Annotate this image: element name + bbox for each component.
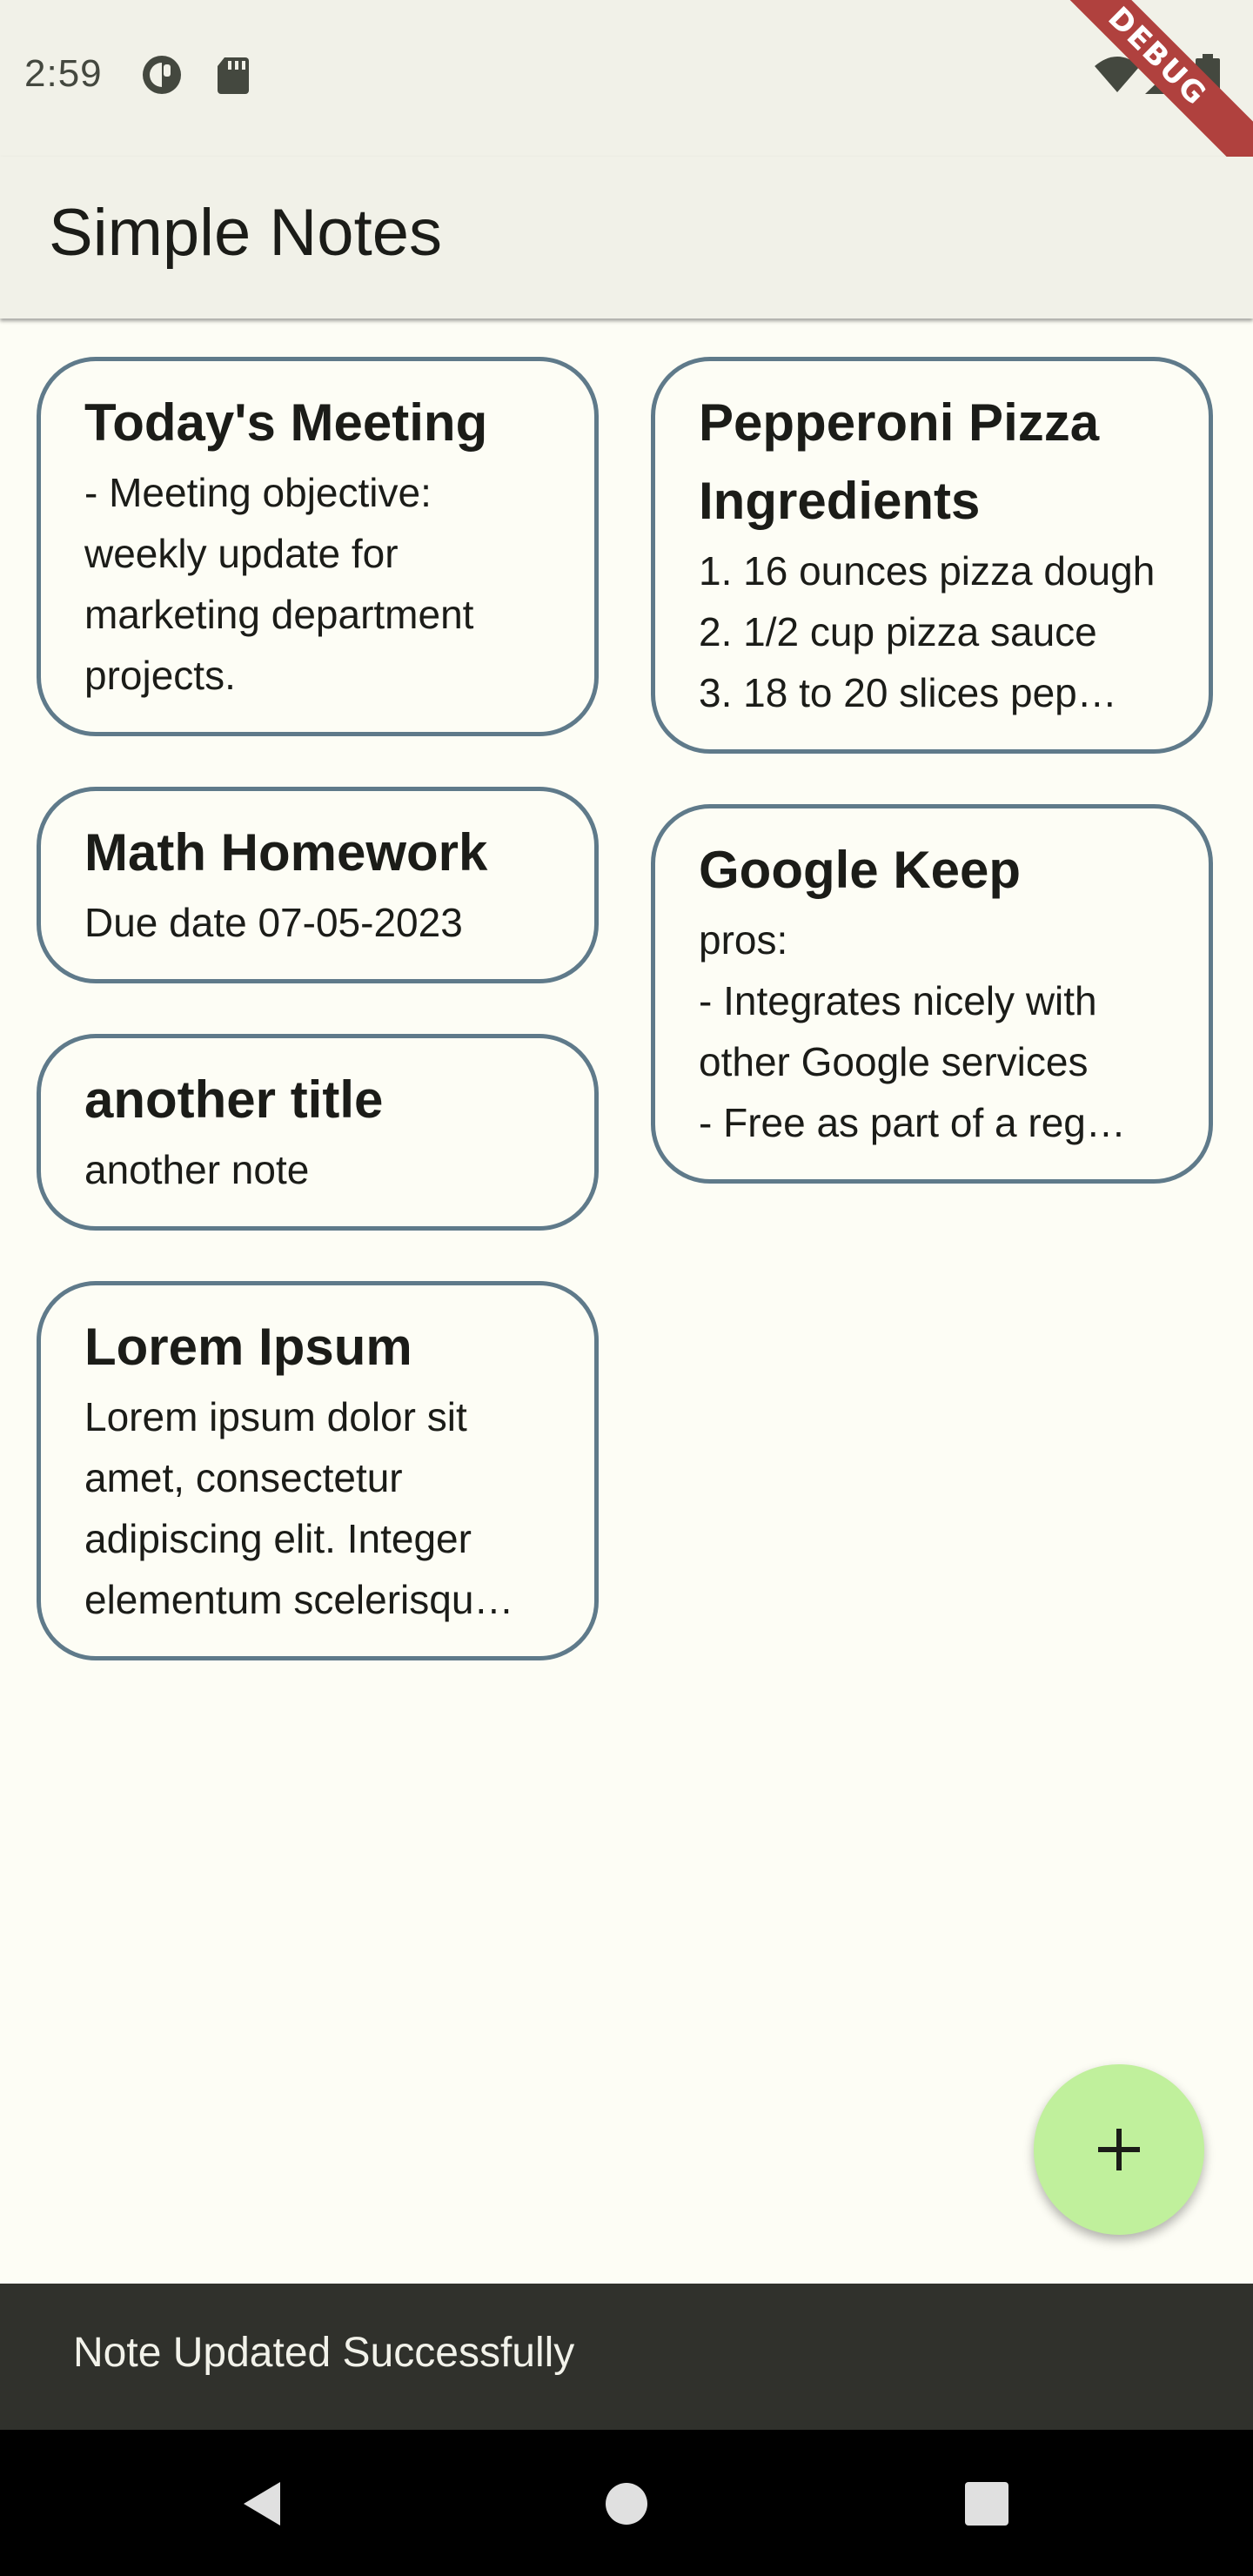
note-title: Lorem Ipsum [84,1318,412,1376]
note-card[interactable]: Lorem Ipsum Lorem ipsum dolor sit amet, … [37,1281,599,1660]
note-body: Due date 07-05-2023 [84,900,463,945]
note-title: another title [84,1070,384,1129]
note-body: - Meeting objective: weekly update for m… [84,470,474,698]
note-card[interactable]: Pepperoni Pizza Ingredients 1. 16 ounces… [651,357,1213,754]
back-icon[interactable] [231,2473,292,2534]
app-bar: Simple Notes [0,157,1253,319]
note-body: Lorem ipsum dolor sit amet, consectetur … [84,1394,514,1622]
page-title: Simple Notes [49,196,442,270]
system-nav-bar [0,2430,1253,2576]
status-time: 2:59 [24,52,103,95]
note-title: Math Homework [84,823,488,882]
note-body: 1. 16 ounces pizza dough 2. 1/2 cup pizz… [699,548,1156,715]
snackbar: Note Updated Successfully [0,2284,1253,2430]
note-card[interactable]: another title another note [37,1034,599,1231]
note-card[interactable]: Math Homework Due date 07-05-2023 [37,787,599,983]
home-icon[interactable] [596,2473,657,2534]
notification-app-icon [143,56,181,94]
note-title: Today's Meeting [84,393,488,452]
sd-card-icon [218,57,249,94]
note-title: Google Keep [699,841,1022,899]
note-title: Pepperoni Pizza Ingredients [699,393,1100,530]
plus-icon [1098,2129,1140,2170]
notes-column-right: Pepperoni Pizza Ingredients 1. 16 ounces… [651,357,1213,1234]
note-body: another note [84,1147,310,1192]
recents-icon[interactable] [956,2473,1017,2534]
note-card[interactable]: Today's Meeting - Meeting objective: wee… [37,357,599,736]
notes-column-left: Today's Meeting - Meeting objective: wee… [37,357,599,1711]
add-note-button[interactable] [1034,2064,1204,2235]
debug-banner: DEBUG [1031,0,1253,183]
snackbar-message: Note Updated Successfully [73,2330,575,2376]
note-body: pros: - Integrates nicely with other Goo… [699,917,1126,1145]
note-card[interactable]: Google Keep pros: - Integrates nicely wi… [651,804,1213,1184]
status-bar: 2:59 DEBUG [0,0,1253,183]
